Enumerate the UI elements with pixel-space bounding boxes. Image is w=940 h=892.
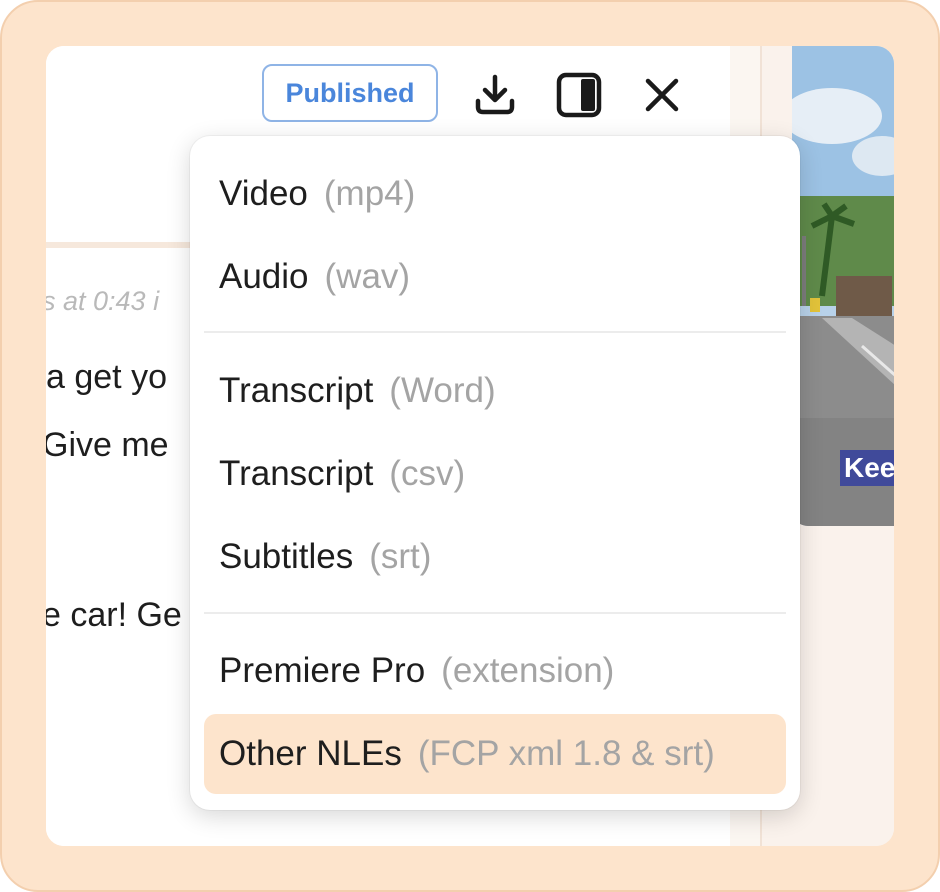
menu-item-format: (srt)	[369, 537, 432, 576]
export-premiere-pro[interactable]: Premiere Pro (extension)	[204, 631, 786, 711]
menu-item-format: (mp4)	[323, 174, 416, 213]
transcript-line[interactable]: e car! Ge	[46, 596, 182, 635]
menu-divider	[204, 331, 786, 333]
menu-item-format: (wav)	[324, 257, 411, 296]
export-transcript-word[interactable]: Transcript (Word)	[204, 351, 786, 431]
transcript-line[interactable]: a get yo	[46, 358, 167, 397]
menu-item-format: (Word)	[389, 371, 496, 410]
export-audio-wav[interactable]: Audio (wav)	[204, 237, 786, 317]
menu-item-format: (FCP xml 1.8 & srt)	[417, 734, 715, 773]
menu-item-label: Subtitles	[219, 537, 354, 576]
export-transcript-csv[interactable]: Transcript (csv)	[204, 434, 786, 514]
video-thumbnail[interactable]: Kee	[792, 46, 894, 526]
export-other-nles[interactable]: Other NLEs (FCP xml 1.8 & srt)	[204, 714, 786, 794]
menu-divider	[204, 612, 786, 614]
menu-item-label: Transcript	[219, 454, 374, 493]
menu-item-label: Premiere Pro	[219, 651, 426, 690]
export-video-mp4[interactable]: Video (mp4)	[204, 154, 786, 234]
menu-item-label: Audio	[219, 257, 309, 296]
menu-item-format: (csv)	[389, 454, 466, 493]
menu-item-format: (extension)	[441, 651, 615, 690]
close-icon[interactable]	[637, 70, 687, 120]
menu-item-label: Video	[219, 174, 308, 213]
export-dropdown-menu: Video (mp4) Audio (wav) Transcript (Word…	[190, 136, 800, 810]
transcript-timestamp: s at 0:43 i	[46, 286, 160, 316]
status-badge[interactable]: Published	[262, 64, 438, 122]
download-icon[interactable]	[470, 70, 520, 120]
panel-toggle-icon[interactable]	[554, 70, 604, 120]
thumbnail-caption: Kee	[840, 450, 894, 486]
export-subtitles-srt[interactable]: Subtitles (srt)	[204, 517, 786, 597]
menu-item-label: Transcript	[219, 371, 374, 410]
transcript-line[interactable]: Give me	[46, 426, 169, 465]
menu-item-label: Other NLEs	[219, 734, 402, 773]
